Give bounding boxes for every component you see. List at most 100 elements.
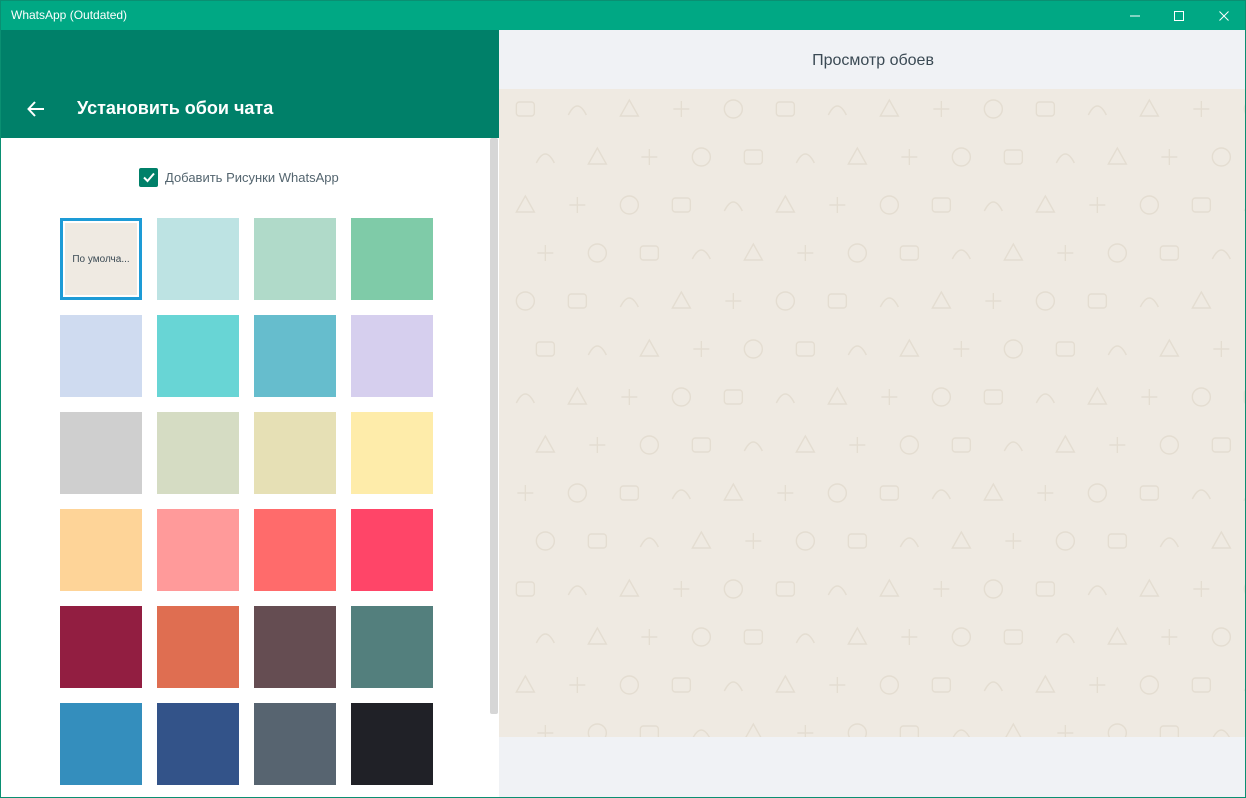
doodle-mark [1087, 293, 1108, 309]
doodle-mark [1139, 485, 1160, 501]
doodle-mark [827, 105, 847, 116]
wallpaper-swatch[interactable] [351, 315, 433, 397]
wallpaper-swatch[interactable] [254, 703, 336, 785]
doodle-mark [639, 435, 660, 455]
doodle-mark [1037, 485, 1054, 501]
doodle-mark [1139, 98, 1160, 117]
wallpaper-swatch[interactable] [351, 412, 433, 494]
doodle-mark [621, 389, 638, 405]
doodle-mark [775, 674, 796, 693]
doodle-mark [795, 633, 815, 644]
doodle-mark [879, 675, 900, 695]
doodle-mark [951, 147, 972, 167]
doodle-mark [587, 533, 608, 549]
doodle-mark [1109, 437, 1126, 453]
wallpaper-swatch[interactable] [351, 509, 433, 591]
doodles-checkbox-row[interactable]: Добавить Рисунки WhatsApp [139, 167, 339, 187]
doodle-mark [619, 195, 640, 215]
doodle-mark [691, 147, 712, 167]
doodle-mark [1211, 437, 1232, 453]
scrollbar[interactable] [490, 138, 498, 714]
maximize-button[interactable] [1156, 1, 1202, 30]
wallpaper-swatch[interactable] [157, 606, 239, 688]
wallpaper-swatch[interactable] [157, 218, 239, 300]
doodle-mark [881, 389, 898, 405]
wallpaper-swatch[interactable] [157, 412, 239, 494]
doodle-mark [1212, 729, 1230, 737]
doodle-mark [1057, 725, 1074, 737]
doodle-mark [515, 581, 536, 597]
doodle-mark [691, 530, 712, 549]
wallpaper-settings-panel: Установить обои чата Добавить Рисунки Wh… [1, 30, 499, 797]
doodle-mark [951, 249, 971, 260]
wallpaper-preview-panel: Просмотр обоев [499, 30, 1245, 797]
wallpaper-swatch[interactable] [157, 509, 239, 591]
doodle-mark [587, 723, 608, 737]
doodle-mark [847, 533, 868, 549]
doodle-mark [1159, 435, 1180, 455]
wallpaper-swatch[interactable] [254, 412, 336, 494]
panel-header: Установить обои чата [1, 30, 499, 138]
doodle-mark [535, 633, 555, 644]
back-button[interactable] [23, 96, 49, 122]
doodle-mark [1193, 101, 1210, 117]
doodle-mark [1035, 101, 1056, 117]
doodle-mark [847, 626, 868, 645]
doodle-mark [1087, 585, 1107, 596]
doodle-mark [983, 99, 1004, 119]
doodle-mark [569, 197, 586, 213]
doodle-mark [1191, 290, 1212, 309]
doodle-mark [899, 245, 920, 261]
minimize-button[interactable] [1112, 1, 1158, 30]
wallpaper-swatch[interactable] [60, 315, 142, 397]
wallpaper-swatch[interactable] [254, 315, 336, 397]
doodle-mark [535, 153, 555, 164]
doodle-mark [933, 581, 950, 597]
doodle-mark [1055, 531, 1076, 551]
doodle-mark [1139, 297, 1159, 308]
doodle-mark [537, 245, 554, 261]
wallpaper-swatch-default[interactable]: По умолча... [60, 218, 142, 300]
wallpaper-swatch[interactable] [157, 703, 239, 785]
doodle-mark [1191, 387, 1212, 407]
doodle-mark [745, 722, 762, 737]
doodle-mark [743, 339, 764, 359]
wallpaper-swatch[interactable] [60, 412, 142, 494]
wallpaper-swatch[interactable] [60, 703, 142, 785]
doodle-mark [901, 629, 918, 645]
doodle-mark [795, 434, 816, 453]
doodle-mark [535, 531, 556, 551]
wallpaper-swatch[interactable] [60, 509, 142, 591]
doodle-mark [827, 483, 848, 503]
doodle-mark [1107, 533, 1128, 549]
doodle-mark [723, 99, 744, 119]
doodle-mark [983, 681, 1003, 692]
wallpaper-swatch[interactable] [254, 509, 336, 591]
wallpaper-swatch[interactable] [351, 218, 433, 300]
doodle-pattern [515, 98, 1245, 737]
doodles-checkbox[interactable] [139, 167, 158, 187]
doodle-mark [1107, 146, 1128, 165]
doodle-mark [671, 290, 692, 309]
wallpaper-swatch[interactable] [157, 315, 239, 397]
doodle-mark [1161, 149, 1178, 165]
doodle-mark [933, 101, 950, 117]
wallpaper-swatch[interactable] [60, 606, 142, 688]
doodle-mark [723, 201, 743, 212]
close-button[interactable] [1201, 1, 1245, 30]
doodle-mark [1005, 533, 1022, 549]
doodle-mark [743, 441, 763, 452]
doodle-mark [619, 578, 640, 597]
doodle-mark [879, 195, 900, 215]
wallpaper-swatch[interactable] [254, 218, 336, 300]
wallpaper-swatch[interactable] [351, 606, 433, 688]
wallpaper-swatch[interactable] [351, 703, 433, 785]
doodle-mark [931, 290, 952, 309]
doodle-mark [567, 483, 588, 503]
title-bar[interactable]: WhatsApp (Outdated) [1, 1, 1245, 30]
doodle-mark [775, 581, 796, 597]
doodle-mark [515, 194, 536, 213]
doodle-mark [797, 725, 814, 737]
doodle-mark [1139, 578, 1160, 597]
wallpaper-swatch[interactable] [254, 606, 336, 688]
